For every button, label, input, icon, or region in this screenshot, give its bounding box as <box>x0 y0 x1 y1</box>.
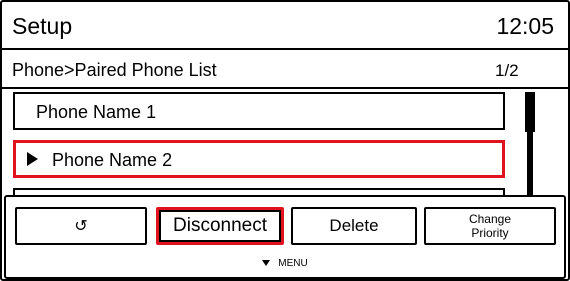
delete-label: Delete <box>329 216 379 235</box>
page-title: Setup <box>12 13 73 39</box>
back-button[interactable]: ↺ <box>15 207 147 245</box>
page-indicator: 1/2 <box>495 61 519 80</box>
breadcrumb: Phone>Paired Phone List <box>12 60 217 80</box>
setup-screen: Setup 12:05 Phone>Paired Phone List 1/2 … <box>0 0 570 281</box>
breadcrumb-bar: Phone>Paired Phone List 1/2 <box>2 50 568 89</box>
disconnect-button-inner: Disconnect <box>159 210 281 242</box>
disconnect-button[interactable]: Disconnect <box>156 207 284 245</box>
scrollbar-thumb[interactable] <box>525 92 535 132</box>
menu-hint-label: MENU <box>278 258 308 269</box>
change-priority-label-line2: Priority <box>471 226 509 240</box>
menu-hint[interactable]: MENU <box>6 258 564 269</box>
list-item-label: Phone Name 2 <box>52 150 173 170</box>
change-priority-button[interactable]: Change Priority <box>424 207 556 245</box>
back-arrow-icon: ↺ <box>74 218 88 235</box>
clock: 12:05 <box>496 13 554 39</box>
title-bar: Setup 12:05 <box>2 2 568 50</box>
play-triangle-icon <box>27 152 38 166</box>
list-item-phone-1[interactable]: Phone Name 1 <box>13 92 505 130</box>
list-item-phone-2[interactable]: Phone Name 2 <box>13 140 505 178</box>
delete-button[interactable]: Delete <box>291 207 417 245</box>
change-priority-label-line1: Change <box>468 212 512 226</box>
list-item-label: Phone Name 1 <box>36 102 157 122</box>
menu-panel: ↺ Disconnect Delete Change Priority MENU <box>4 195 566 279</box>
triangle-down-icon <box>262 260 271 266</box>
disconnect-label: Disconnect <box>173 215 267 236</box>
